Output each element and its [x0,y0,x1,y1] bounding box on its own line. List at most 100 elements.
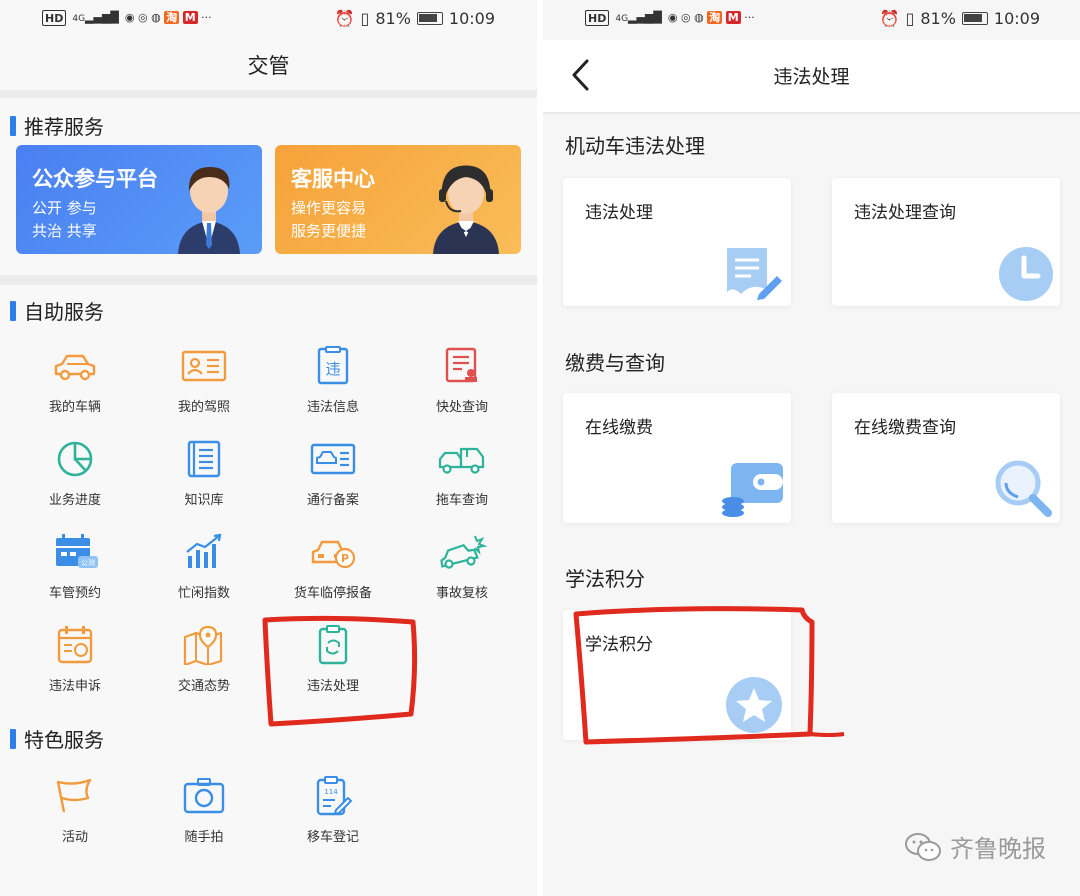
service-label: 货车临停报备 [293,586,372,601]
service-my-vehicle[interactable]: 我的车辆 [20,346,130,415]
network-type: 4G [615,14,629,24]
card-study-points[interactable]: 学法积分 [563,610,791,740]
service-label: 拖车查询 [435,493,488,508]
card-online-payment[interactable]: 在线缴费 [563,393,791,523]
service-label: 活动 [61,830,88,845]
banner-service-center[interactable]: 客服中心 操作更容易 服务更便捷 [275,145,521,254]
service-label: 交通态势 [177,679,230,694]
card-title: 违法处理 [585,203,653,223]
status-bar: HD 4G▂▄▆█ ◉ ◎ ◍ 淘 M ··· ⏰ ▯ 81% 10:09 [0,0,537,40]
nav-bar: 违法处理 [543,40,1080,112]
service-label: 我的驾照 [177,400,230,415]
truck-parking-icon: P [311,540,356,569]
service-truck-parking[interactable]: P 货车临停报备 [278,532,388,601]
service-violation-info[interactable]: 违 违法信息 [278,346,388,415]
section-featured: 特色服务 [10,724,104,753]
clipboard-edit-icon: 114 [316,776,353,816]
service-label: 我的车辆 [48,400,101,415]
card-violation-handling[interactable]: 违法处理 [563,178,791,306]
svg-text:114: 114 [324,788,338,796]
card-violation-query[interactable]: 违法处理查询 [832,178,1060,306]
section-marker [10,300,16,321]
section-motor-violation: 机动车违法处理 [565,134,705,158]
left-screen: HD 4G▂▄▆█ ◉ ◎ ◍ 淘 M ··· ⏰ ▯ 81% 10:09 交管… [0,0,537,896]
flag-icon [56,778,92,813]
service-label: 忙闲指数 [177,586,230,601]
headset-agent-icon [433,165,499,254]
appeal-calendar-icon [57,626,93,664]
service-busy-index[interactable]: 忙闲指数 [149,532,259,601]
banner-title: 客服中心 [291,167,375,191]
page-title: 交管 [247,54,290,78]
featured-snap-photo[interactable]: 随手拍 [149,776,259,845]
battery-percent: 81% [375,9,411,28]
svg-text:违: 违 [325,360,340,378]
banner-subtitle: 操作更容易 服务更便捷 [291,197,366,243]
tow-truck-icon [438,447,485,474]
svg-text:公测: 公测 [81,559,95,567]
page-title: 违法处理 [773,66,850,88]
car-icon [54,354,96,381]
alarm-icon: ⏰ [879,9,900,28]
divider [543,112,1080,114]
section-payment-query: 缴费与查询 [565,351,665,375]
network-type: 4G [72,14,86,24]
map-pin-icon [183,625,223,665]
service-quick-query[interactable]: 快处查询 [407,346,517,415]
card-title: 违法处理查询 [854,203,956,223]
section-recommended: 推荐服务 [10,111,104,140]
watermark-text: 齐鲁晚报 [950,835,1046,863]
right-screen: HD 4G▂▄▆█ ◉ ◎ ◍ 淘 M ··· ⏰ ▯ 81% 10:09 违法… [543,0,1080,896]
service-violation-handling[interactable]: 违法处理 [278,625,388,694]
banner-line: 公开 参与 [32,199,97,217]
clipboard-refresh-icon [318,625,348,665]
banner-public-platform[interactable]: 公众参与平台 公开 参与 共治 共享 [16,145,262,254]
divider [0,275,537,285]
service-business-progress[interactable]: 业务进度 [20,439,130,508]
clock-time: 10:09 [448,9,495,28]
vibrate-icon: ▯ [360,9,370,28]
alarm-icon: ⏰ [334,9,355,28]
section-title-text: 自助服务 [24,300,104,324]
officer-avatar-icon [178,167,240,254]
vibrate-icon: ▯ [905,9,915,28]
service-accident-review[interactable]: 事故复核 [407,532,517,601]
service-pass-record[interactable]: 通行备案 [278,439,388,508]
featured-move-car[interactable]: 114 移车登记 [278,776,388,845]
card-payment-query[interactable]: 在线缴费查询 [832,393,1060,523]
watermark: 齐鲁晚报 [904,829,1046,864]
wechat-icon [905,832,941,861]
card-title: 在线缴费查询 [854,418,956,438]
section-title-text: 特色服务 [24,728,104,752]
service-my-license[interactable]: 我的驾照 [149,346,259,415]
clock-time: 10:09 [993,9,1040,28]
license-icon [181,350,227,382]
banner-line: 共治 共享 [32,222,97,240]
battery-percent: 81% [920,9,956,28]
section-title-text: 推荐服务 [24,115,104,139]
featured-activity[interactable]: 活动 [20,776,130,845]
wallet-icon [722,463,783,517]
bar-chart-icon [186,533,222,568]
section-marker [10,728,16,749]
pie-progress-icon [57,441,93,477]
signal-icon: 4G▂▄▆█ [615,10,662,26]
service-violation-appeal[interactable]: 违法申诉 [20,625,130,694]
service-appointment[interactable]: 公测 车管预约 [20,532,130,601]
banner-line: 服务更便捷 [291,222,367,240]
star-icon [726,677,782,733]
service-label: 事故复核 [435,586,488,601]
violation-info-icon: 违 [317,346,349,385]
quick-query-icon [445,347,477,383]
calendar-appointment-icon: 公测 [56,534,98,568]
service-knowledge-base[interactable]: 知识库 [149,439,259,508]
svg-text:P: P [341,552,349,565]
status-icons-right: ⏰ ▯ 81% 10:09 [880,9,1040,28]
service-tow-query[interactable]: 拖车查询 [407,439,517,508]
battery-icon [416,12,443,25]
clock-icon [999,247,1053,301]
service-traffic-situation[interactable]: 交通态势 [149,625,259,694]
app-notification-icons: ◉ ◎ ◍ 淘 M ··· [667,11,755,24]
magnifier-icon [995,460,1052,517]
status-icons-left: HD 4G▂▄▆█ ◉ ◎ ◍ 淘 M ··· [585,10,755,26]
